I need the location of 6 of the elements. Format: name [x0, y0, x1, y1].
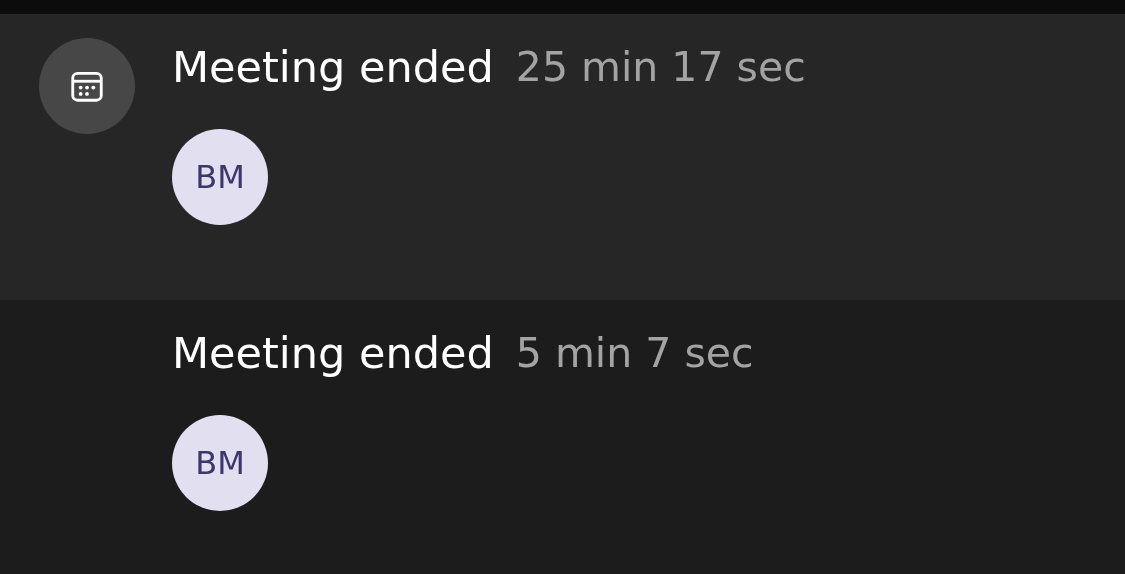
event-title: Meeting ended: [172, 41, 494, 94]
event-title: Meeting ended: [172, 327, 494, 380]
meeting-duration: 5 min 7 sec: [515, 328, 754, 379]
participant-avatar[interactable]: BM: [172, 415, 268, 511]
participant-avatar[interactable]: BM: [172, 129, 268, 225]
meeting-duration: 25 min 17 sec: [515, 42, 806, 93]
